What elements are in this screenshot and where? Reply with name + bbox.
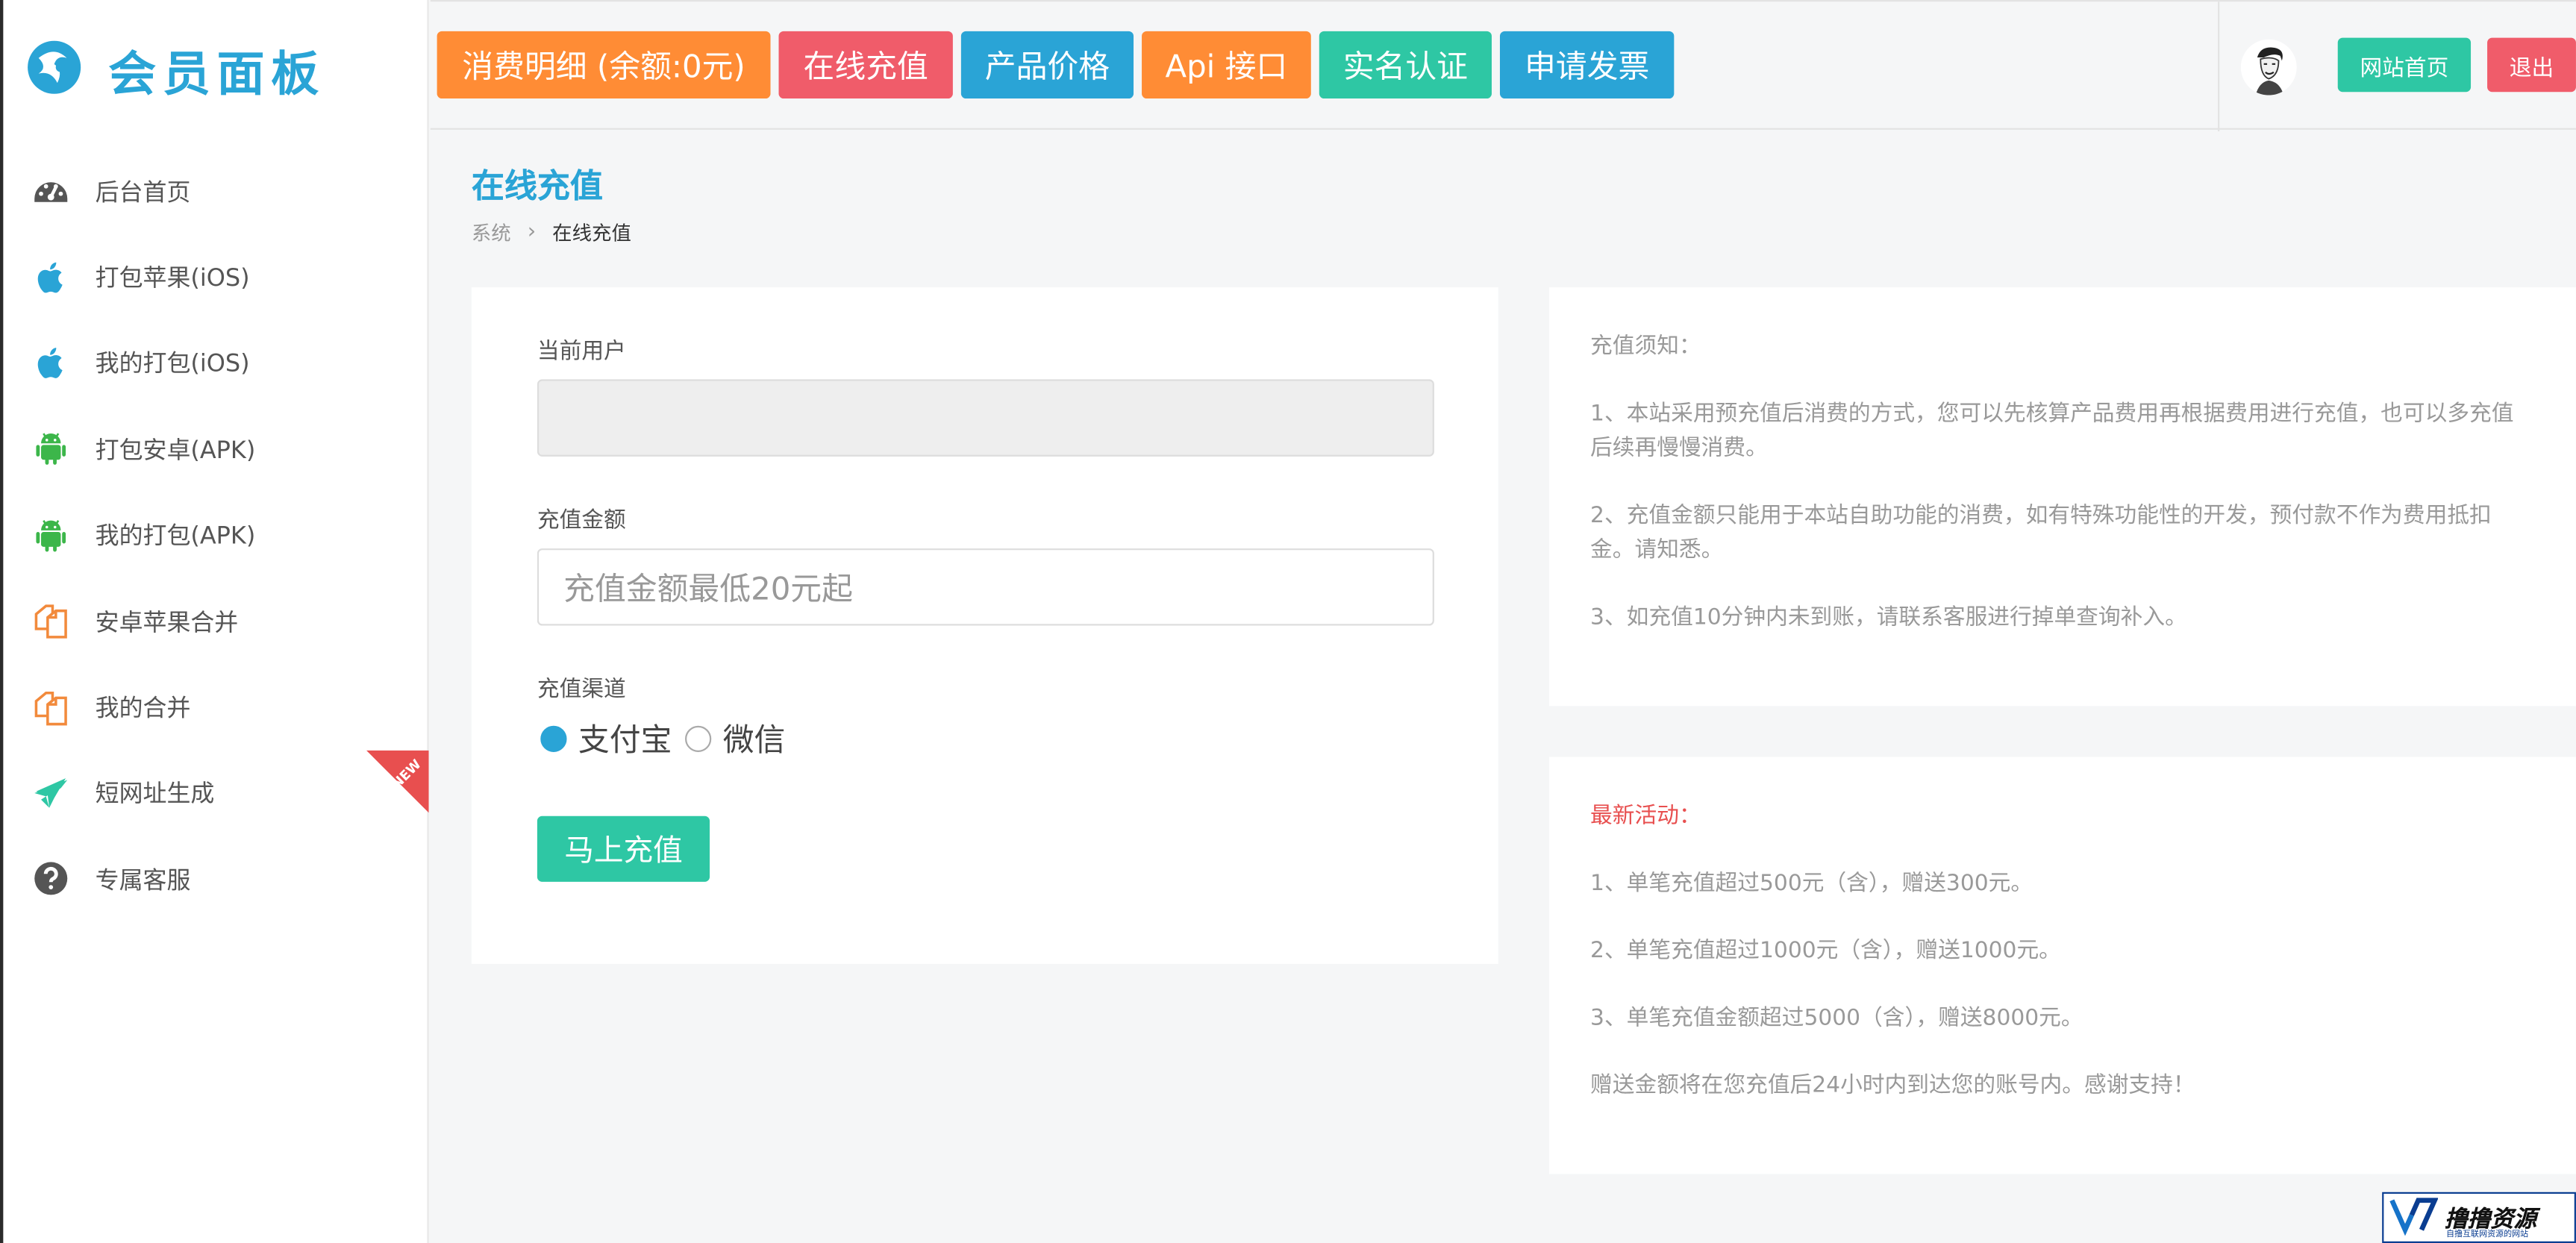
amount-label: 充值金额: [537, 507, 626, 534]
notice-card: 充值须知： 1、本站采用预充值后消费的方式，您可以先核算产品费用再根据费用进行充…: [1549, 287, 2576, 707]
breadcrumb: 系统 › 在线充值: [472, 219, 631, 246]
notice-item: 1、本站采用预充值后消费的方式，您可以先核算产品费用再根据费用进行充值，也可以多…: [1590, 400, 2514, 462]
sidebar-item-support[interactable]: 专属客服: [3, 836, 428, 921]
sidebar-item-label: 短网址生成: [95, 782, 215, 809]
sidebar-item-label: 打包安卓(APK): [95, 438, 256, 465]
promo-content: 最新活动： 1、单笔充值超过500元（含），赠送300元。 2、单笔充值超过10…: [1590, 800, 2535, 1103]
consumption-detail-button[interactable]: 消费明细 (余额:0元): [437, 31, 771, 99]
notice-item: 3、如充值10分钟内未到账，请联系客服进行掉单查询补入。: [1590, 604, 2187, 631]
sidebar-item-my-merge[interactable]: 我的合并: [3, 664, 428, 750]
channel-radio-group: 支付宝 微信: [540, 716, 798, 760]
watermark-subtext: 自撸互联网资源的网站: [2446, 1230, 2529, 1240]
watermark-logo: 撸撸资源 自撸互联网资源的网站: [2382, 1192, 2576, 1243]
recharge-form-card: 当前用户 充值金额 充值金额最低20元起 充值渠道 支付宝 微信 马上充值: [471, 287, 1498, 964]
sidebar-item-my-ios[interactable]: 我的打包(iOS): [3, 320, 428, 406]
chevron-right-icon: ›: [527, 219, 537, 245]
apple-icon: [30, 255, 72, 298]
question-icon: [30, 858, 72, 901]
plane-icon: [30, 771, 72, 814]
logo[interactable]: 会员面板: [23, 36, 325, 104]
logo-icon: [23, 36, 86, 104]
copy-icon: [30, 686, 72, 728]
site-home-button[interactable]: 网站首页: [2337, 37, 2472, 93]
watermark-icon: [2389, 1193, 2439, 1242]
amount-input[interactable]: 充值金额最低20元起: [537, 548, 1434, 626]
apple-icon: [30, 342, 72, 384]
android-icon: [30, 513, 72, 556]
recharge-online-button[interactable]: 在线充值: [778, 31, 953, 99]
sidebar-item-label: 我的合并: [95, 696, 191, 723]
promo-item: 3、单笔充值金额超过5000（含），赠送8000元。: [1590, 1004, 2083, 1032]
invoice-request-button[interactable]: 申请发票: [1499, 31, 1675, 99]
sidebar-nav: 后台首页 打包苹果(iOS) 我的打包(iOS) 打包安卓(APK) 我的打包(…: [3, 148, 429, 922]
alipay-radio[interactable]: [540, 724, 567, 751]
topbar-divider: [2218, 1, 2220, 132]
dashboard-icon: [30, 169, 72, 212]
alipay-label[interactable]: 支付宝: [578, 716, 672, 760]
sidebar-item-pack-apk[interactable]: 打包安卓(APK): [3, 406, 428, 492]
api-button[interactable]: Api 接口: [1142, 31, 1311, 99]
notice-title: 充值须知：: [1590, 333, 1701, 360]
sidebar: 会员面板 后台首页 打包苹果(iOS) 我的打包(iOS) 打包安卓(APK) …: [3, 0, 429, 1243]
current-user-label: 当前用户: [537, 338, 626, 365]
sidebar-item-dashboard[interactable]: 后台首页: [3, 148, 428, 234]
recharge-submit-button[interactable]: 马上充值: [537, 815, 710, 882]
notice-content: 充值须知： 1、本站采用预充值后消费的方式，您可以先核算产品费用再根据费用进行充…: [1590, 330, 2535, 635]
breadcrumb-current: 在线充值: [552, 222, 631, 245]
logo-text: 会员面板: [108, 46, 325, 102]
promo-title: 最新活动：: [1590, 803, 1701, 830]
current-user-field: [537, 379, 1434, 457]
promo-item: 2、单笔充值超过1000元（含），赠送1000元。: [1590, 937, 2061, 964]
wechat-label[interactable]: 微信: [723, 716, 786, 760]
product-price-button[interactable]: 产品价格: [960, 31, 1134, 99]
logout-button[interactable]: 退出: [2487, 37, 2576, 93]
breadcrumb-parent[interactable]: 系统: [472, 219, 511, 246]
sidebar-item-merge[interactable]: 安卓苹果合并: [3, 578, 428, 664]
avatar[interactable]: [2240, 39, 2297, 96]
page-title: 在线充值: [471, 166, 603, 206]
sidebar-item-label: 专属客服: [95, 868, 191, 895]
app-root: 会员面板 后台首页 打包苹果(iOS) 我的打包(iOS) 打包安卓(APK) …: [0, 0, 2576, 1243]
sidebar-item-label: 打包苹果(iOS): [95, 266, 250, 292]
sidebar-item-pack-ios[interactable]: 打包苹果(iOS): [3, 234, 428, 319]
sidebar-item-short-url[interactable]: 短网址生成 NEW: [3, 750, 429, 836]
promo-card: 最新活动： 1、单笔充值超过500元（含），赠送300元。 2、单笔充值超过10…: [1549, 757, 2576, 1174]
copy-icon: [30, 600, 72, 642]
sidebar-item-label: 我的打包(iOS): [95, 352, 250, 379]
wechat-radio[interactable]: [685, 724, 712, 751]
sidebar-item-label: 安卓苹果合并: [95, 610, 239, 637]
real-name-auth-button[interactable]: 实名认证: [1319, 31, 1492, 99]
android-icon: [30, 428, 72, 470]
sidebar-item-my-apk[interactable]: 我的打包(APK): [3, 492, 428, 577]
promo-item: 赠送金额将在您充值后24小时内到达您的账号内。感谢支持！: [1590, 1072, 2195, 1099]
channel-label: 充值渠道: [537, 676, 626, 703]
promo-item: 1、单笔充值超过500元（含），赠送300元。: [1590, 870, 2033, 897]
notice-item: 2、充值金额只能用于本站自助功能的消费，如有特殊功能性的开发，预付款不作为费用抵…: [1590, 502, 2492, 563]
sidebar-item-label: 后台首页: [95, 180, 191, 207]
new-badge: NEW: [366, 750, 429, 813]
topbar: 消费明细 (余额:0元) 在线充值 产品价格 Api 接口 实名认证 申请发票 …: [430, 0, 2576, 132]
sidebar-item-label: 我的打包(APK): [95, 524, 256, 551]
